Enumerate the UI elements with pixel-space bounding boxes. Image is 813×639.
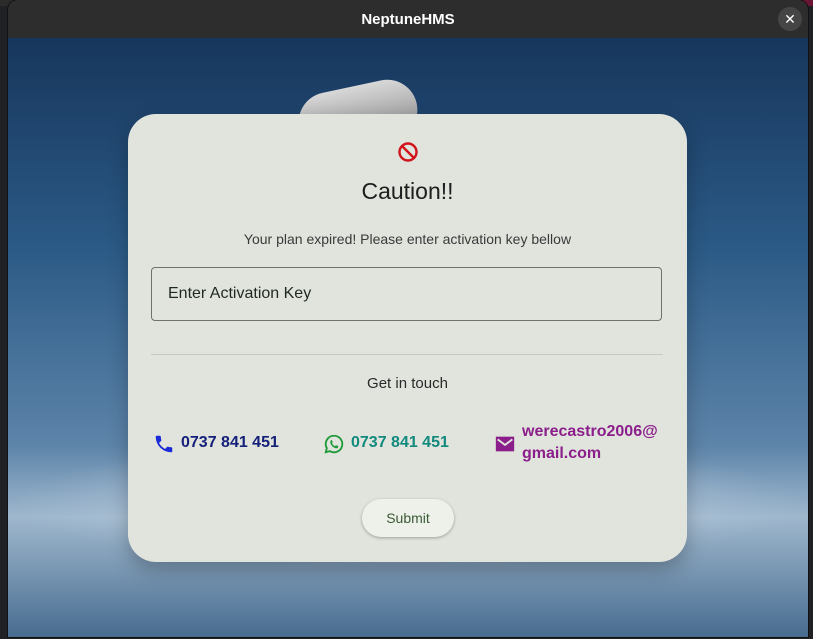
window-title: NeptuneHMS xyxy=(361,10,455,28)
submit-button[interactable]: Submit xyxy=(362,499,454,537)
close-button[interactable]: ✕ xyxy=(778,7,802,31)
phone-contact-link[interactable]: 0737 841 451 xyxy=(153,432,279,455)
close-icon: ✕ xyxy=(784,10,796,27)
activation-key-input[interactable] xyxy=(151,267,662,321)
email-address: werecastro2006@gmail.com xyxy=(522,423,658,462)
dialog-message: Your plan expired! Please enter activati… xyxy=(243,231,572,247)
dialog-title: Caution!! xyxy=(361,178,454,204)
email-contact-link[interactable]: werecastro2006@gmail.com xyxy=(494,421,664,465)
phone-number: 0737 841 451 xyxy=(181,434,279,451)
whatsapp-contact-link[interactable]: 0737 841 451 xyxy=(323,432,449,455)
divider xyxy=(151,354,663,355)
whatsapp-number: 0737 841 451 xyxy=(351,434,449,451)
get-in-touch-label: Get in touch xyxy=(367,375,448,392)
phone-icon xyxy=(155,435,173,453)
neptunehms-window: NeptuneHMS ✕ Caution!! Your plan expired… xyxy=(8,0,808,637)
whatsapp-icon xyxy=(324,434,344,454)
window-content: Caution!! Your plan expired! Please ente… xyxy=(8,38,808,637)
titlebar: NeptuneHMS ✕ xyxy=(8,0,808,38)
activation-dialog: Caution!! Your plan expired! Please ente… xyxy=(128,114,687,562)
no-entry-icon xyxy=(398,142,418,162)
mail-icon xyxy=(495,436,515,452)
